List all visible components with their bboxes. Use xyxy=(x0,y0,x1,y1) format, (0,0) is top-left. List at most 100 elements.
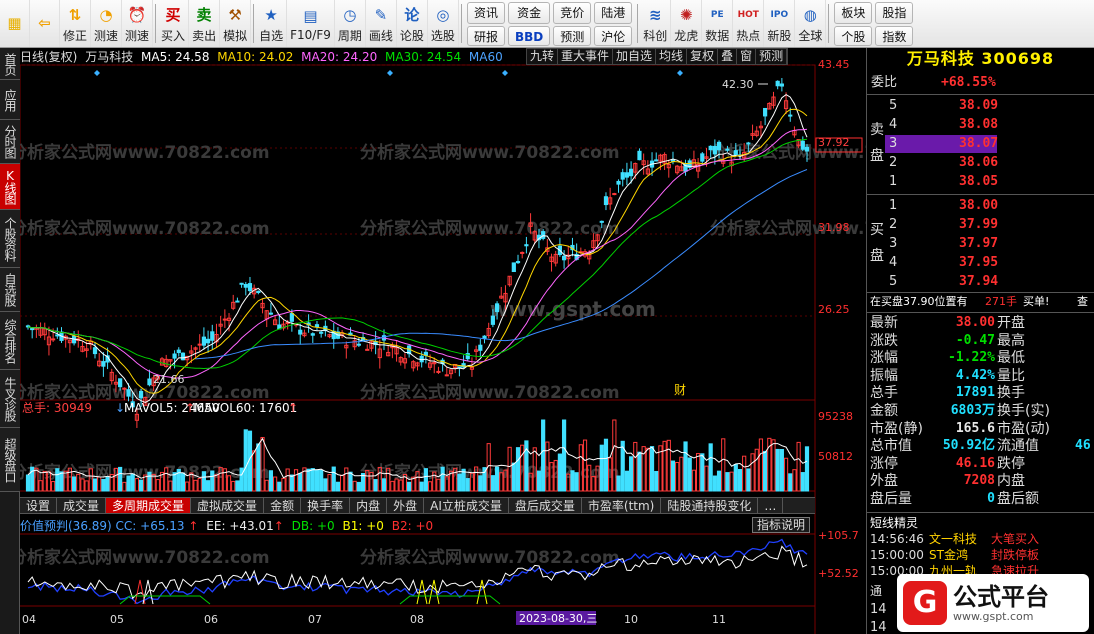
kline-chart-canvas[interactable]: 分析家公式网www.70822.com 分析家公式网www.70822.com 分析… xyxy=(20,48,866,634)
left-tab-8[interactable]: 超级盘口 xyxy=(0,428,20,492)
left-tab-5[interactable]: 自选股 xyxy=(0,268,20,312)
toolbar-group1-button[interactable]: 竞价 xyxy=(553,2,592,24)
left-tab-3[interactable]: K线图 xyxy=(0,164,20,210)
toolbar-alarm-button[interactable]: ⏰ 测速 xyxy=(122,0,154,47)
toolbar-group2-button[interactable]: 指数 xyxy=(875,26,914,46)
sprite-row[interactable]: 14:56:46 文一科技 大笔买入 xyxy=(867,531,1094,547)
toolbar-group2-button[interactable]: 个股 xyxy=(834,26,873,46)
toolbar-f10-button[interactable]: ▤ F10/F9 xyxy=(287,0,335,47)
short-term-sprite: 短线精灵 14:56:46 文一科技 大笔买入 15:00:00 ST金鸿 封跌停板 15:0… xyxy=(867,512,1094,582)
toolbar-discuss-button[interactable]: 论论股 xyxy=(397,0,428,47)
left-tab-1[interactable]: 应用 xyxy=(0,80,20,120)
toolbar-button-label: F10/F9 xyxy=(290,28,331,42)
buy-price[interactable]: 37.94 xyxy=(959,273,998,291)
toolbar-back-arrow-button[interactable]: ⇦ xyxy=(30,0,60,47)
volume-bar xyxy=(637,451,642,492)
toolbar-globe-button[interactable]: ◍ 全球 xyxy=(795,0,827,47)
toolbar-select-button[interactable]: ◎ 选股 xyxy=(428,0,459,47)
sprite-row[interactable]: 15:00:00 ST金鸿 封跌停板 xyxy=(867,547,1094,563)
sell-price[interactable]: 38.06 xyxy=(959,154,998,172)
chart-menu-item[interactable]: 叠 xyxy=(718,49,738,64)
event-marker-icon[interactable] xyxy=(677,70,683,76)
toolbar-group1-button[interactable]: BBD xyxy=(507,26,551,46)
chart-menu-item[interactable]: 预测 xyxy=(756,49,788,64)
toolbar-grid-button[interactable]: ▦ xyxy=(0,0,30,47)
sub-tab-3[interactable]: 虚拟成交量 xyxy=(191,498,265,513)
indicator-explain-button[interactable]: 指标说明 xyxy=(752,517,810,533)
bottom-row: 14 xyxy=(870,602,887,617)
chart-mode[interactable]: 日线(复权) xyxy=(20,50,77,64)
buy-price[interactable]: 37.99 xyxy=(959,216,998,234)
toolbar-group1-button[interactable]: 研报 xyxy=(466,26,505,46)
sell-price[interactable]: 38.07 xyxy=(959,135,998,153)
candle-body xyxy=(561,255,567,261)
sub-tab-8[interactable]: AI立桩成交量 xyxy=(424,498,509,513)
toolbar-pencil-button[interactable]: ✎ 画线 xyxy=(366,0,397,47)
toolbar-chart-button[interactable]: ≋ 科创 xyxy=(640,0,672,47)
big-order-notice: 在买盘37.90位置有 xyxy=(870,295,968,308)
sub-tab-2[interactable]: 多周期成交量 xyxy=(106,498,192,513)
toolbar-separator xyxy=(460,4,462,43)
toolbar-separator xyxy=(253,4,255,43)
stat-label-right: 盘后额 xyxy=(997,491,1039,507)
sub-tab-7[interactable]: 外盘 xyxy=(387,498,425,513)
sell-price[interactable]: 38.05 xyxy=(959,173,998,191)
sub-tab-12[interactable]: … xyxy=(758,498,784,513)
sell-price[interactable]: 38.09 xyxy=(959,97,998,115)
indicator-header: 价值预判(36.89) CC: +65.13 ↑ EE: +43.01↑ DB:… xyxy=(20,519,434,533)
toolbar-buy-button[interactable]: 买买入 xyxy=(158,0,190,47)
sub-tab-1[interactable]: 成交量 xyxy=(57,498,107,513)
sub-tab-6[interactable]: 内盘 xyxy=(350,498,388,513)
toolbar-group1-button[interactable]: 陆港 xyxy=(594,2,633,24)
volume-bar xyxy=(201,471,207,492)
sub-tab-0[interactable]: 设置 xyxy=(20,498,58,513)
chart-menu-item[interactable]: 窗 xyxy=(737,49,757,64)
toolbar-group1-button[interactable]: 预测 xyxy=(553,26,592,46)
sub-tab-10[interactable]: 市盈率(ttm) xyxy=(582,498,662,513)
toolbar-sell-button[interactable]: 卖卖出 xyxy=(189,0,221,47)
toolbar-group1-button[interactable]: 沪伦 xyxy=(594,26,633,46)
volume-bar xyxy=(729,471,734,492)
notice-more-link[interactable]: 查 xyxy=(1077,293,1088,311)
chart-menu-item[interactable]: 加自选 xyxy=(613,49,657,64)
toolbar-pe-button[interactable]: PE 数据 xyxy=(702,0,734,47)
chart-menu-item[interactable]: 复权 xyxy=(687,49,719,64)
sub-tab-5[interactable]: 换手率 xyxy=(301,498,351,513)
buy-price[interactable]: 38.00 xyxy=(959,197,998,215)
toolbar-up-down-button[interactable]: ⇅ 修正 xyxy=(60,0,92,47)
toolbar-group2-button[interactable]: 板块 xyxy=(834,2,873,24)
sprite-title[interactable]: 短线精灵 xyxy=(870,514,918,531)
toolbar-group1-button[interactable]: 资金 xyxy=(507,2,551,24)
chart-menu-item[interactable]: 重大事件 xyxy=(558,49,614,64)
left-tab-6[interactable]: 综合排名 xyxy=(0,312,20,370)
left-tab-4[interactable]: 个股资料 xyxy=(0,210,20,268)
left-tab-0[interactable]: 首页 xyxy=(0,48,20,80)
buy-price[interactable]: 37.97 xyxy=(959,235,998,253)
chart-menu-item[interactable]: 九转 xyxy=(527,49,559,64)
toolbar-star-button[interactable]: ★ 自选 xyxy=(256,0,288,47)
toolbar-dragon-button[interactable]: ✺ 龙虎 xyxy=(671,0,703,47)
toolbar-clock-button[interactable]: ◔ 测速 xyxy=(91,0,123,47)
toolbar-group2-button[interactable]: 股指 xyxy=(875,2,914,24)
event-marker-icon[interactable] xyxy=(502,70,508,76)
sell-price[interactable]: 38.08 xyxy=(959,116,998,134)
sell-icon: 卖 xyxy=(193,4,215,26)
toolbar-group1-button[interactable]: 资讯 xyxy=(466,2,505,24)
event-marker-icon[interactable] xyxy=(94,70,100,76)
buy-price[interactable]: 37.95 xyxy=(959,254,998,272)
kline-chart-area[interactable]: 分析家公式网www.70822.com 分析家公式网www.70822.com 分析… xyxy=(20,48,866,634)
sub-tab-4[interactable]: 金额 xyxy=(264,498,302,513)
toolbar-period-button[interactable]: ◷ 周期 xyxy=(335,0,366,47)
left-tab-7[interactable]: 牛叉诊股 xyxy=(0,370,20,428)
left-tab-2[interactable]: 分时图 xyxy=(0,120,20,164)
event-marker-icon[interactable] xyxy=(387,70,393,76)
sub-tab-11[interactable]: 陆股通持股变化 xyxy=(661,498,759,513)
toolbar-button-label: 周期 xyxy=(337,28,362,43)
chart-menu-item[interactable]: 均线 xyxy=(656,49,688,64)
toolbar-hot-button[interactable]: HOT 热点 xyxy=(733,0,765,47)
sub-tab-9[interactable]: 盘后成交量 xyxy=(509,498,582,513)
toolbar-hammer-button[interactable]: ⚒ 模拟 xyxy=(220,0,252,47)
toolbar-ipo-button[interactable]: IPO 新股 xyxy=(764,0,796,47)
candle-body xyxy=(314,324,320,328)
indicator-name[interactable]: 价值预判(36.89) xyxy=(20,519,112,533)
